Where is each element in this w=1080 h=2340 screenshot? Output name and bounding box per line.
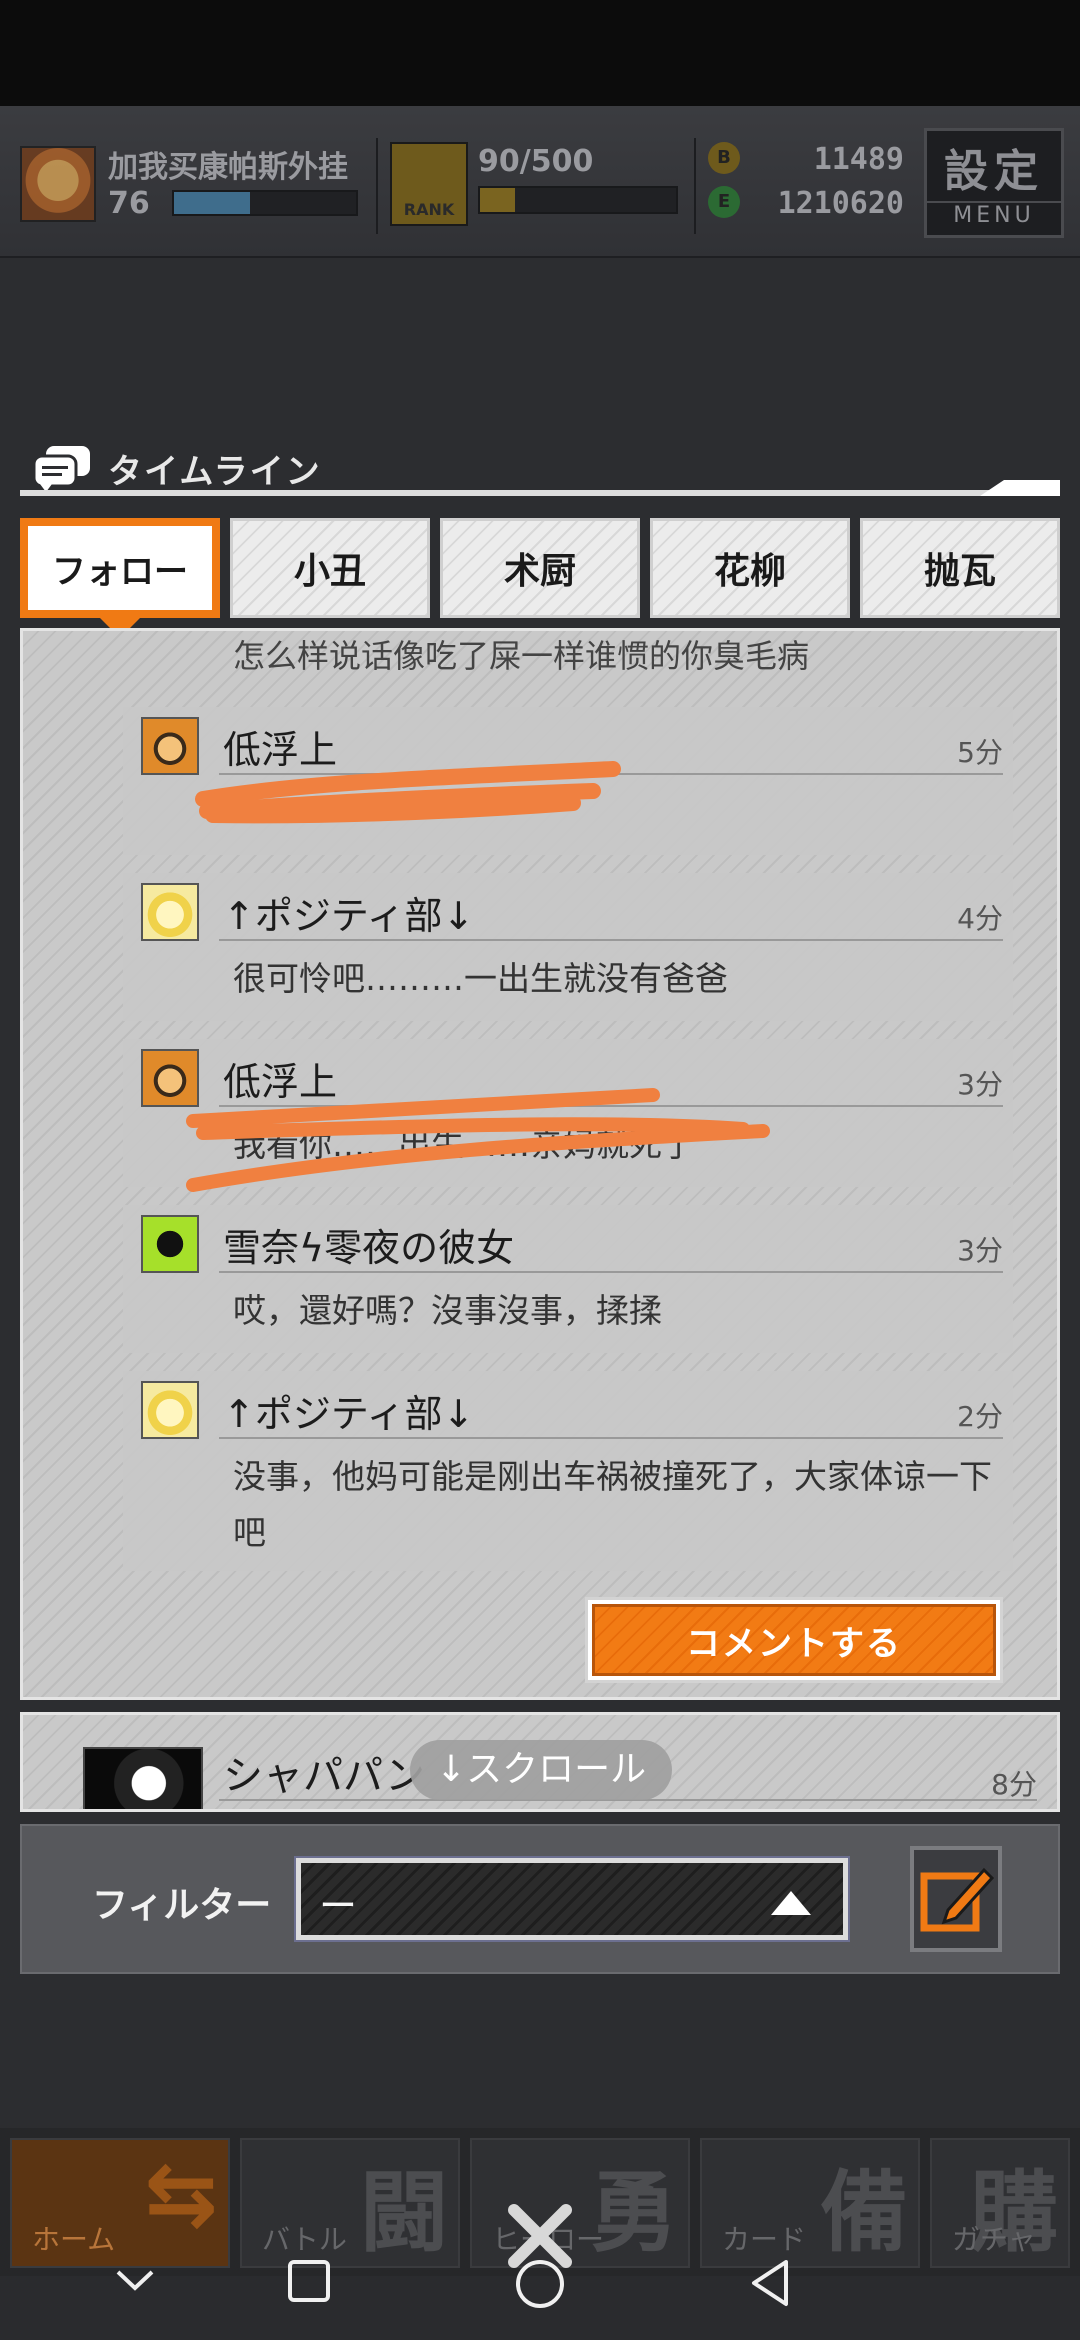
avatar[interactable] <box>141 883 199 941</box>
back-triangle-icon[interactable] <box>744 2256 798 2310</box>
scroll-hint[interactable]: ↓スクロール <box>410 1740 673 1800</box>
filter-label: フィルター <box>92 1885 272 1926</box>
divider <box>219 1271 1003 1273</box>
post-time: 3分 <box>957 1068 1003 1101</box>
timeline-post[interactable]: ↑ポジティ部↓ 4分 很可怜吧………一出生就没有爸爸 <box>123 873 1013 1021</box>
comment-button-label: コメントする <box>592 1604 996 1676</box>
comment-button[interactable]: コメントする <box>585 1597 1003 1683</box>
avatar[interactable] <box>83 1747 203 1809</box>
hud-divider <box>376 138 378 234</box>
player-name: 加我买康帕斯外挂 <box>108 150 348 185</box>
post-time: 5分 <box>957 736 1003 769</box>
filter-bar: フィルター ー <box>20 1824 1060 1974</box>
header-rule-accent <box>980 480 1060 496</box>
header-rule <box>20 490 1060 496</box>
home-circle-icon[interactable] <box>512 2256 568 2312</box>
rank-badge: RANK <box>390 142 468 226</box>
timeline-post[interactable]: ↑ポジティ部↓ 2分 没事，他妈可能是刚出车祸被撞死了，大家体谅一下吧 <box>123 1371 1013 1571</box>
post-author: シャパパン <box>223 1753 425 1799</box>
gold-coin-icon: B <box>708 142 740 174</box>
edit-post-button[interactable] <box>910 1846 1002 1952</box>
redaction-scribble <box>186 1088 770 1192</box>
post-author: 雪奈ϟ零夜の彼女 <box>223 1226 515 1270</box>
system-navigation <box>0 2236 1080 2340</box>
divider <box>219 939 1003 941</box>
level-progress-bar <box>172 190 358 216</box>
tab-follow[interactable]: フォロー <box>20 518 220 618</box>
tab-clown[interactable]: 小丑 <box>230 518 430 618</box>
chat-bubbles-icon <box>32 446 90 492</box>
menu-button[interactable]: 設定 MENU <box>924 128 1064 238</box>
timeline-title: タイムライン <box>108 452 322 492</box>
post-message: 很可怜吧………一出生就没有爸爸 <box>233 959 728 998</box>
menu-kanji: 設定 <box>944 146 1044 197</box>
menu-label: MENU <box>927 201 1061 228</box>
previous-message: 怎么样说话像吃了屎一样谁惯的你臭毛病 <box>233 637 810 675</box>
avatar[interactable] <box>141 1215 199 1273</box>
hud-divider <box>694 138 696 234</box>
post-message: 没事，他妈可能是刚出车祸被撞死了，大家体谅一下吧 <box>233 1457 992 1552</box>
post-time: 2分 <box>957 1400 1003 1433</box>
redaction-scribble <box>195 761 621 824</box>
avatar[interactable] <box>141 1381 199 1439</box>
tab-hualiu[interactable]: 花柳 <box>650 518 850 618</box>
post-author: ↑ポジティ部↓ <box>223 894 475 938</box>
chevron-down-icon[interactable] <box>110 2256 160 2306</box>
top-hud: 加我买康帕斯外挂 76 RANK 90/500 B 11489 E 121062… <box>0 106 1080 258</box>
post-time: 8分 <box>991 1768 1037 1801</box>
post-time: 3分 <box>957 1234 1003 1267</box>
green-coin-icon: E <box>708 186 740 218</box>
timeline-post[interactable]: 雪奈ϟ零夜の彼女 3分 哎，還好嗎？沒事沒事，揉揉 <box>123 1205 1013 1353</box>
post-author: ↑ポジティ部↓ <box>223 1392 475 1436</box>
rank-progress-bar <box>478 186 678 214</box>
divider <box>219 1437 1003 1439</box>
timeline-header: タイムライン <box>20 428 1060 498</box>
filter-dropdown[interactable]: ー <box>294 1856 850 1942</box>
rank-exp: 90/500 <box>478 144 594 179</box>
tab-shuchu[interactable]: 术厨 <box>440 518 640 618</box>
avatar[interactable] <box>141 717 199 775</box>
status-bar <box>0 0 1080 106</box>
recent-apps-icon[interactable] <box>284 2256 334 2306</box>
home-icon: ⇆ <box>144 2142 218 2245</box>
filter-value: ー <box>319 1884 358 1928</box>
player-level: 76 <box>108 186 150 221</box>
dropdown-arrow-icon <box>771 1891 811 1915</box>
green-amount: 1210620 <box>777 186 904 221</box>
gold-amount: 11489 <box>813 142 904 177</box>
tab-powa[interactable]: 抛瓦 <box>860 518 1060 618</box>
post-time: 4分 <box>957 902 1003 935</box>
timeline-feed[interactable]: 怎么样说话像吃了屎一样谁惯的你臭毛病 低浮上 5分 ↑ポジティ部↓ 4分 很可怜… <box>20 628 1060 1700</box>
edit-pencil-icon <box>920 1867 995 1932</box>
player-avatar[interactable] <box>20 146 96 222</box>
post-message: 哎，還好嗎？沒事沒事，揉揉 <box>233 1291 662 1330</box>
timeline-tabs: フォロー 小丑 术厨 花柳 抛瓦 <box>20 518 1060 638</box>
